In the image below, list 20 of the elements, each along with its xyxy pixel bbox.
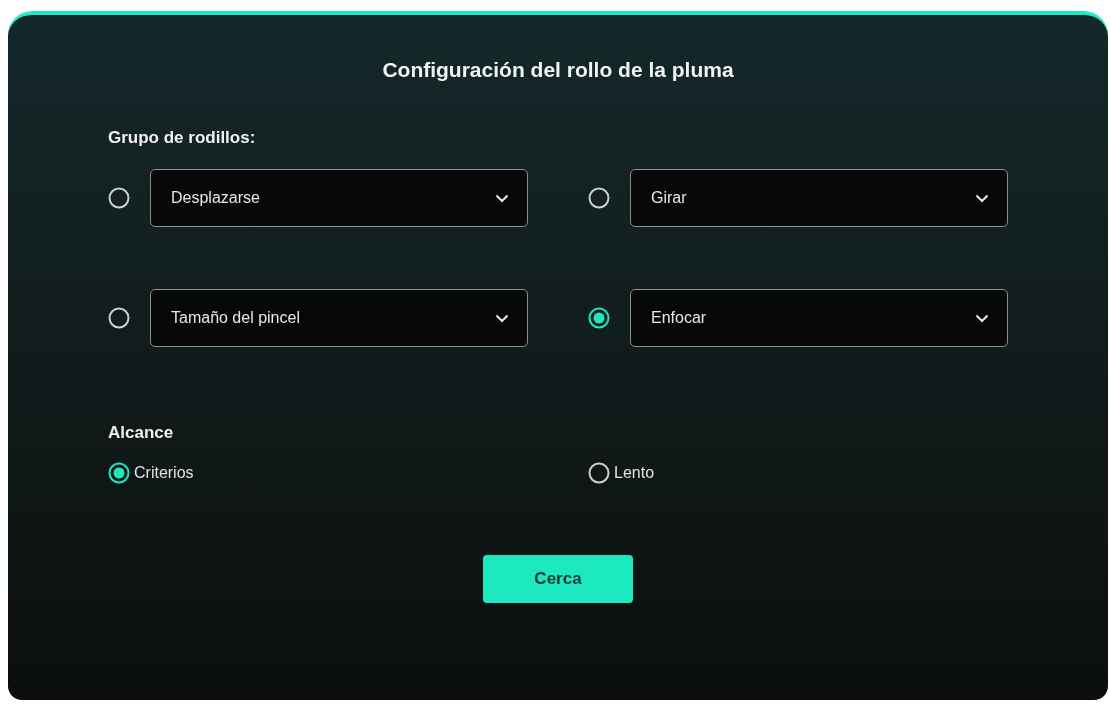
radio-button[interactable] (108, 462, 130, 484)
chevron-down-icon (495, 193, 509, 203)
radio-button[interactable] (588, 307, 610, 329)
radio-label: Criterios (134, 464, 194, 482)
radio-button[interactable] (588, 187, 610, 209)
section-label: Grupo de rodillos: (108, 128, 256, 148)
dropdown[interactable]: Desplazarse (150, 169, 528, 227)
radio-button[interactable] (588, 462, 610, 484)
dialog-title: Configuración del rollo de la pluma (381, 57, 735, 83)
close-button[interactable]: Cerca (483, 555, 633, 603)
chevron-down-icon (495, 313, 509, 323)
radio-button[interactable] (108, 187, 130, 209)
dropdown[interactable]: Tamaño del pincel (150, 289, 528, 347)
radio-button[interactable] (108, 307, 130, 329)
chevron-down-icon (975, 193, 989, 203)
dropdown[interactable]: Enfocar (630, 289, 1008, 347)
dropdown[interactable]: Girar (630, 169, 1008, 227)
section-label: Alcance (108, 423, 174, 443)
chevron-down-icon (975, 313, 989, 323)
radio-label: Lento (614, 464, 655, 482)
